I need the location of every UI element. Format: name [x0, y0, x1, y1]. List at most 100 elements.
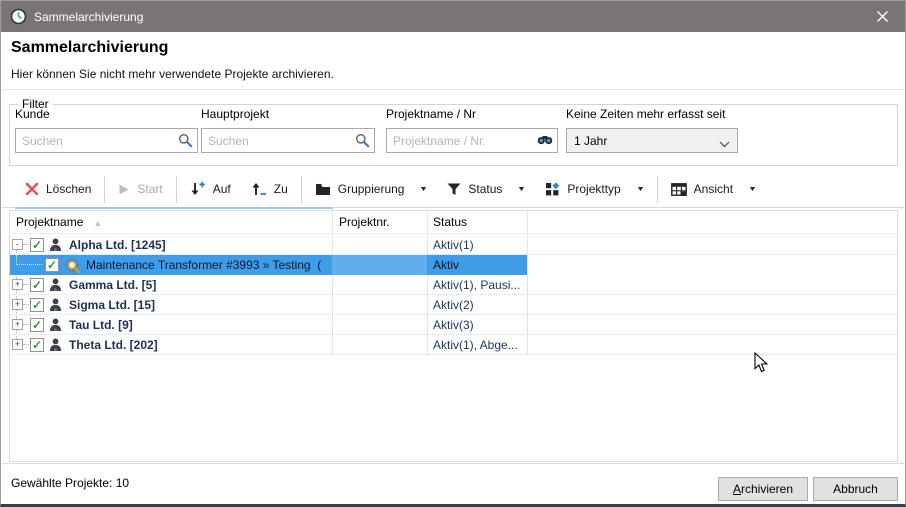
- collapse-all-label: Zu: [274, 182, 288, 196]
- tree-stub: [23, 344, 29, 345]
- expand-toggle[interactable]: +: [12, 279, 23, 290]
- expand-toggle[interactable]: +: [12, 339, 23, 350]
- projecttype-label: Projekttyp: [567, 182, 620, 196]
- squares-icon: [545, 182, 560, 197]
- checkmark-icon: ✓: [32, 239, 42, 251]
- dialog-window: Sammelarchivierung Sammelarchivierung Hi…: [0, 0, 906, 507]
- row-checkbox[interactable]: ✓: [30, 238, 44, 252]
- close-button[interactable]: [859, 1, 905, 32]
- grid-header: Projektname▲ Projektnr. Status: [10, 211, 897, 234]
- customer-person-icon: [49, 318, 62, 335]
- kunde-label: Kunde: [15, 107, 198, 121]
- field-zeitraum: Keine Zeiten mehr erfasst seit 1 Jahr: [566, 107, 738, 153]
- customer-person-icon: [49, 298, 62, 315]
- cancel-button[interactable]: Abbruch: [813, 477, 898, 501]
- row-checkbox[interactable]: ✓: [30, 318, 44, 332]
- selection-highlight-nr-cell: [332, 255, 427, 275]
- toolbar-separator: [301, 176, 302, 203]
- row-checkbox[interactable]: ✓: [45, 258, 59, 272]
- tree-stub: [23, 284, 29, 285]
- filter-funnel-icon: [447, 183, 461, 196]
- projecttype-dropdown-button[interactable]: Projekttyp ▼: [535, 176, 653, 203]
- status-cell: Aktiv(3): [433, 318, 526, 332]
- grid-body: - ✓ Alpha Ltd. [1245] Aktiv(1): [10, 235, 897, 355]
- footer-divider: [2, 463, 904, 464]
- tree-stub: [23, 324, 29, 325]
- table-row-customer[interactable]: - ✓ Alpha Ltd. [1245] Aktiv(1): [10, 235, 897, 255]
- archive-label: rchivieren: [741, 482, 793, 496]
- expand-toggle[interactable]: +: [12, 299, 23, 310]
- project-name: Tau Ltd. [9]: [69, 318, 330, 332]
- toolbar-separator: [104, 176, 105, 203]
- arrow-up-minus-icon: [251, 181, 267, 197]
- page-header: Sammelarchivierung Hier können Sie nicht…: [2, 32, 904, 90]
- sort-asc-icon: ▲: [93, 218, 102, 228]
- hauptprojekt-search-input[interactable]: [201, 128, 375, 153]
- checkmark-icon: ✓: [32, 279, 42, 291]
- zeitraum-select[interactable]: 1 Jahr: [566, 128, 738, 153]
- status-cell: Aktiv(1), Abge...: [433, 338, 526, 352]
- projektname-input[interactable]: [386, 128, 558, 153]
- column-header-status[interactable]: Status: [433, 215, 467, 229]
- row-checkbox[interactable]: ✓: [30, 278, 44, 292]
- magnifier-icon[interactable]: [178, 133, 193, 151]
- status-dropdown-button[interactable]: Status ▼: [437, 176, 535, 203]
- start-label: Start: [137, 182, 162, 196]
- page-title: Sammelarchivierung: [11, 39, 168, 57]
- archive-label-mnemonic: A: [733, 482, 741, 496]
- field-projektname: Projektname / Nr: [386, 107, 558, 153]
- selected-projects-count: Gewählte Projekte: 10: [11, 476, 129, 490]
- expand-all-button[interactable]: Auf: [180, 176, 241, 203]
- titlebar[interactable]: Sammelarchivierung: [1, 1, 905, 32]
- grouping-label: Gruppierung: [338, 182, 405, 196]
- page-subtitle: Hier können Sie nicht mehr verwendete Pr…: [11, 67, 334, 81]
- field-kunde: Kunde: [15, 107, 198, 153]
- window-title: Sammelarchivierung: [34, 10, 143, 24]
- customer-person-icon: [49, 238, 62, 255]
- table-row-project-selected[interactable]: ✓ Maintenance Transformer #3993 » Testin…: [10, 255, 897, 275]
- status-cell: Aktiv(2): [433, 298, 526, 312]
- customer-person-icon: [49, 278, 62, 295]
- table-row-customer[interactable]: + ✓ Sigma Ltd. [15] Aktiv(2): [10, 295, 897, 315]
- start-button[interactable]: Start: [108, 176, 172, 203]
- view-dropdown-button[interactable]: Ansicht ▼: [661, 176, 766, 203]
- folder-icon: [315, 183, 331, 196]
- view-label: Ansicht: [694, 182, 733, 196]
- table-row-customer[interactable]: + ✓ Gamma Ltd. [5] Aktiv(1), Pausi...: [10, 275, 897, 295]
- magnifier-icon[interactable]: [355, 133, 370, 151]
- arrow-down-plus-icon: [190, 181, 206, 197]
- status-cell: Aktiv: [433, 258, 526, 272]
- caret-down-icon: ▼: [748, 186, 757, 193]
- binoculars-icon: [537, 133, 553, 150]
- tree-branch-connector: [16, 255, 42, 265]
- project-gear-search-icon: [65, 258, 81, 276]
- archive-button[interactable]: Archivieren: [718, 477, 808, 501]
- row-checkbox[interactable]: ✓: [30, 298, 44, 312]
- grouping-dropdown-button[interactable]: Gruppierung ▼: [305, 176, 438, 203]
- project-name: Sigma Ltd. [15]: [69, 298, 330, 312]
- project-tree-grid: Projektname▲ Projektnr. Status - ✓ Alpha…: [9, 210, 898, 462]
- delete-button[interactable]: Löschen: [15, 176, 101, 203]
- toolbar: Löschen Start Auf: [2, 171, 904, 208]
- table-row-customer[interactable]: + ✓ Theta Ltd. [202] Aktiv(1), Abge...: [10, 335, 897, 355]
- project-name: Maintenance Transformer #3993 » Testing …: [86, 258, 332, 272]
- kunde-search-input[interactable]: [15, 128, 198, 153]
- caret-down-icon: ▼: [419, 186, 428, 193]
- checkmark-icon: ✓: [32, 319, 42, 331]
- delete-label: Löschen: [46, 182, 91, 196]
- table-view-icon: [671, 183, 687, 196]
- column-header-projektname[interactable]: Projektname▲: [16, 215, 102, 229]
- clock-app-icon: [10, 8, 27, 25]
- table-row-customer[interactable]: + ✓ Tau Ltd. [9] Aktiv(3): [10, 315, 897, 335]
- cancel-label: Abbruch: [833, 482, 878, 496]
- tree-stub: [23, 244, 29, 245]
- project-name: Theta Ltd. [202]: [69, 338, 330, 352]
- collapse-toggle[interactable]: -: [12, 239, 23, 250]
- collapse-all-button[interactable]: Zu: [241, 176, 298, 203]
- expand-toggle[interactable]: +: [12, 319, 23, 330]
- column-header-projektnr[interactable]: Projektnr.: [339, 215, 390, 229]
- red-x-icon: [25, 182, 39, 196]
- expand-all-label: Auf: [213, 182, 231, 196]
- toolbar-separator: [657, 176, 658, 203]
- row-checkbox[interactable]: ✓: [30, 338, 44, 352]
